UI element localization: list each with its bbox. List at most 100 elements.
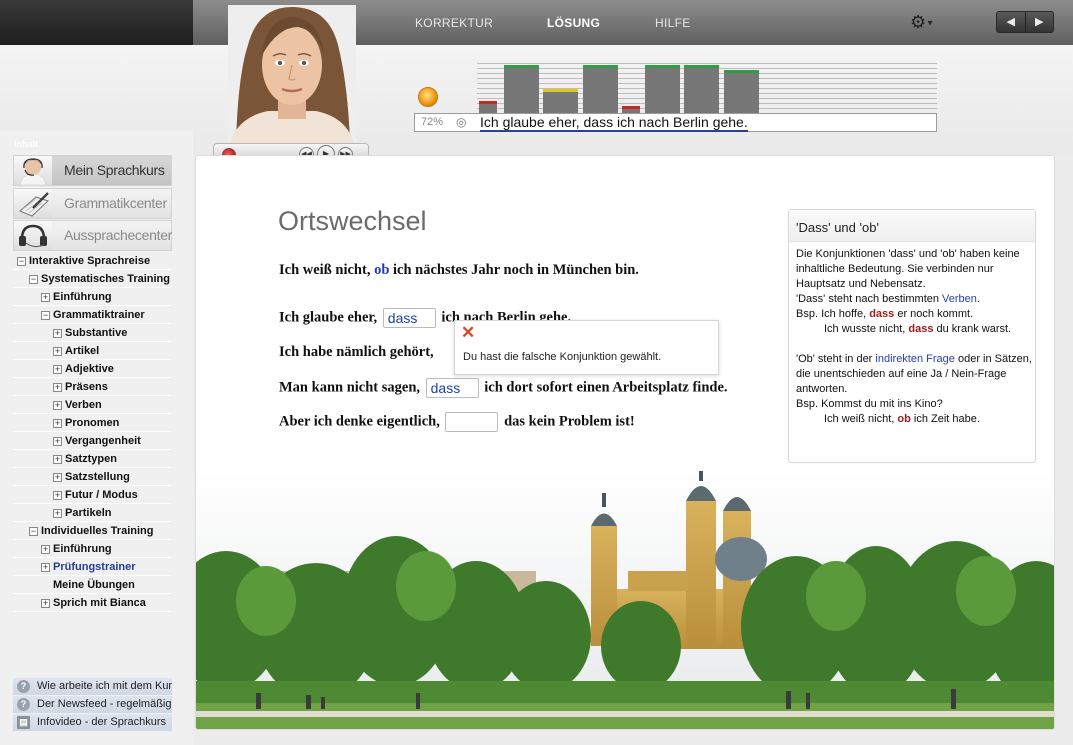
ear-icon[interactable]: ◎ — [456, 115, 466, 129]
expand-icon[interactable]: + — [53, 419, 62, 428]
expand-icon[interactable]: + — [41, 563, 50, 572]
meter-bar — [684, 65, 719, 113]
sentence-text: Ich habe nämlich gehört, — [279, 344, 434, 360]
section-mein-sprachkurs[interactable]: Mein Sprachkurs — [13, 155, 172, 186]
collapse-icon[interactable]: − — [17, 257, 26, 266]
example-keyword: ob — [897, 413, 911, 425]
tree-item[interactable]: − Interaktive Sprachreise — [13, 252, 171, 270]
meter-bar-cap — [479, 101, 497, 104]
info-text: 'Ob' steht in der — [796, 353, 876, 365]
info-text: er noch kommt. — [894, 308, 974, 320]
meter-bar — [622, 106, 640, 113]
expand-icon[interactable]: + — [53, 437, 62, 446]
info-example: Ich wusste nicht, dass du krank warst. — [796, 322, 1032, 337]
blank-input-2[interactable]: dass — [382, 308, 436, 328]
tree-item[interactable]: + Einführung — [13, 540, 171, 558]
info-title: 'Dass' und 'ob' — [789, 210, 1035, 242]
tree-item[interactable]: Meine Übungen — [13, 576, 171, 594]
munich-photo — [196, 471, 1054, 729]
collapse-icon[interactable]: − — [41, 311, 50, 320]
headphones-icon — [14, 221, 52, 250]
expand-icon[interactable]: + — [53, 329, 62, 338]
expand-icon[interactable]: + — [53, 473, 62, 482]
expand-icon[interactable]: + — [53, 347, 62, 356]
expand-icon[interactable]: + — [53, 365, 62, 374]
conjunction-keyword: ob — [374, 262, 390, 278]
help-link-infovideo[interactable]: ▤ Infovideo - der Sprachkurs — [13, 714, 172, 731]
info-text: du krank warst. — [933, 323, 1012, 335]
tree-item-label: Sprich mit Bianca — [53, 597, 146, 609]
section-label: Aussprachecenter — [52, 221, 172, 250]
help-icon: ? — [17, 698, 30, 711]
expand-icon[interactable]: + — [53, 401, 62, 410]
tab-hilfe[interactable]: HILFE — [655, 16, 691, 30]
info-paragraph: Die Konjunktionen 'dass' und 'ob' haben … — [796, 248, 1020, 290]
link-verben[interactable]: Verben — [942, 293, 977, 305]
expand-icon[interactable]: + — [53, 383, 62, 392]
link-indirekte-frage[interactable]: indirekten Frage — [875, 353, 955, 365]
tree-item[interactable]: − Grammatiktrainer — [13, 306, 171, 324]
tutor-avatar — [228, 5, 356, 143]
sentence-4: Man kann nicht sagen, dass ich dort sofo… — [279, 378, 728, 398]
sentence-text: das kein Problem ist! — [500, 413, 635, 430]
info-text: Bsp. Ich hoffe, — [796, 308, 870, 320]
tree-item[interactable]: − Individuelles Training — [13, 522, 171, 540]
blank-input-4[interactable]: dass — [425, 378, 479, 398]
tree-item[interactable]: + Pronomen — [13, 414, 171, 432]
meter-bar-cap — [622, 106, 640, 109]
tab-korrektur[interactable]: KORREKTUR — [415, 16, 493, 30]
tree-item[interactable]: + Substantive — [13, 324, 171, 342]
page-navigation: ◀ ▶ — [996, 11, 1054, 33]
tree-item-label: Grammatiktrainer — [53, 309, 145, 321]
previous-page-button[interactable]: ◀ — [997, 12, 1026, 32]
expand-icon[interactable]: + — [41, 545, 50, 554]
tree-item-label: Einführung — [53, 543, 112, 555]
caret-down-icon: ▼ — [926, 18, 935, 28]
expand-icon[interactable]: + — [53, 509, 62, 518]
tree-item[interactable]: + Verben — [13, 396, 171, 414]
collapse-icon[interactable]: − — [29, 527, 38, 536]
tree-item[interactable]: + Einführung — [13, 288, 171, 306]
tab-loesung[interactable]: LÖSUNG — [547, 16, 600, 30]
tree-item[interactable]: + Satzstellung — [13, 468, 171, 486]
error-message: Du hast die falsche Konjunktion gewählt. — [463, 351, 662, 363]
blank-input-5[interactable] — [445, 412, 499, 432]
tree-item[interactable]: + Sprich mit Bianca — [13, 594, 171, 612]
expand-icon[interactable]: + — [53, 455, 62, 464]
tree-item[interactable]: + Vergangenheit — [13, 432, 171, 450]
tree-item[interactable]: + Prüfungstrainer — [13, 558, 171, 576]
collapse-icon[interactable]: − — [29, 275, 38, 284]
notebook-pen-icon — [14, 189, 52, 218]
tree-item-label: Individuelles Training — [41, 525, 154, 537]
tree-item[interactable]: − Systematisches Training — [13, 270, 171, 288]
expand-icon[interactable]: + — [41, 599, 50, 608]
tree-item-label: Substantive — [65, 327, 128, 339]
info-example: Ich weiß nicht, ob ich Zeit habe. — [796, 412, 1032, 427]
error-icon: ✕ — [461, 323, 476, 342]
tree-item[interactable]: + Futur / Modus — [13, 486, 171, 504]
tree-item[interactable]: + Präsens — [13, 378, 171, 396]
meter-bars — [477, 63, 937, 115]
film-icon: ▤ — [17, 716, 30, 729]
tree-item[interactable]: + Artikel — [13, 342, 171, 360]
tree-item[interactable]: + Satztypen — [13, 450, 171, 468]
expand-icon[interactable]: + — [53, 491, 62, 500]
meter-bar — [503, 65, 539, 113]
section-aussprachecenter[interactable]: Aussprachecenter — [13, 220, 172, 251]
expand-icon[interactable]: + — [41, 293, 50, 302]
next-page-button[interactable]: ▶ — [1026, 12, 1054, 32]
info-body: Die Konjunktionen 'dass' und 'ob' haben … — [796, 247, 1032, 427]
meter-bar — [543, 89, 578, 113]
tree-item-label: Meine Übungen — [53, 579, 135, 591]
help-link-label: Der Newsfeed - regelmäßig — [37, 698, 172, 710]
gear-icon[interactable]: ⚙▼ — [910, 11, 938, 33]
help-link-arbeite[interactable]: ? Wie arbeite ich mit dem Kurs? — [13, 678, 172, 695]
info-paragraph: 'Ob' steht in der indirekten Frage oder … — [796, 352, 1032, 397]
meter-bar-cap — [723, 70, 759, 73]
tree-item[interactable]: + Adjektive — [13, 360, 171, 378]
info-example: Bsp. Ich hoffe, dass er noch kommt. — [796, 307, 1032, 322]
section-grammatikcenter[interactable]: Grammatikcenter — [13, 188, 172, 219]
help-link-newsfeed[interactable]: ? Der Newsfeed - regelmäßig — [13, 696, 172, 713]
tree-item[interactable]: + Partikeln — [13, 504, 171, 522]
